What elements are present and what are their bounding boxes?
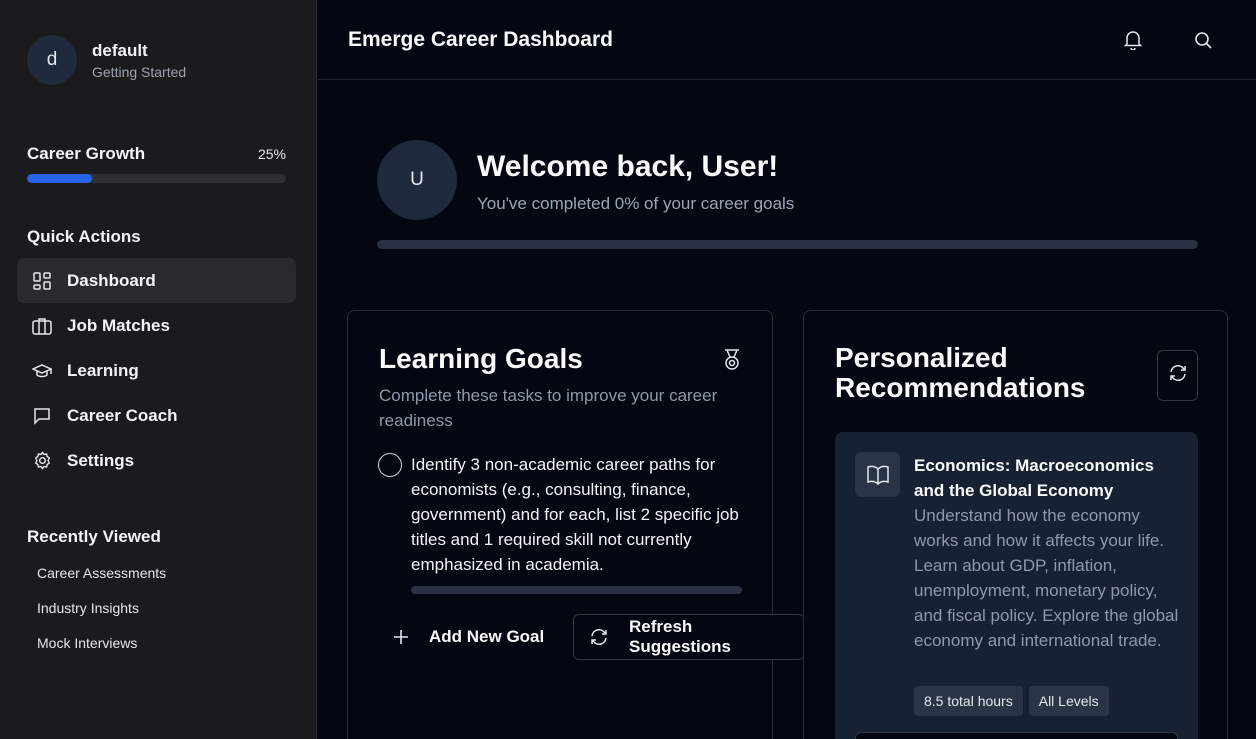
quick-actions-title: Quick Actions — [27, 227, 141, 246]
goal-checkbox[interactable] — [378, 453, 402, 477]
nav-item-label: Dashboard — [67, 270, 156, 290]
user-profile[interactable]: d default Getting Started — [27, 35, 186, 85]
course-tags: 8.5 total hours All Levels — [914, 686, 1115, 716]
refresh-icon — [589, 627, 609, 647]
course-tag-level: All Levels — [1028, 686, 1109, 716]
course-tag-duration: 8.5 total hours — [914, 686, 1023, 716]
nav-item-label: Settings — [67, 450, 135, 470]
career-goals-progress-bar — [377, 240, 1198, 249]
career-growth-label: Career Growth — [27, 144, 146, 163]
plus-icon — [393, 629, 409, 645]
course-description: Understand how the economy works and how… — [914, 506, 1179, 650]
page-title: Emerge Career Dashboard — [348, 27, 613, 51]
graduation-cap-icon — [31, 360, 53, 382]
nav-item-job-matches[interactable]: Job Matches — [17, 303, 296, 348]
career-growth: Career Growth 25% — [27, 144, 286, 183]
nav-item-settings[interactable]: Settings — [17, 438, 296, 483]
quick-actions-nav: Dashboard Job Matches Learning Career Co… — [17, 258, 296, 483]
career-growth-progress-bar — [27, 174, 286, 183]
career-growth-progress-fill — [27, 174, 92, 183]
recommendations-title: Personalized Recommendations — [835, 342, 1086, 403]
nav-item-label: Learning — [67, 360, 139, 380]
add-new-goal-label: Add New Goal — [429, 627, 545, 646]
avatar: d — [27, 35, 77, 85]
bell-icon[interactable] — [1121, 28, 1145, 52]
welcome-section: U Welcome back, User! You've completed 0… — [377, 140, 1198, 249]
nav-item-label: Career Coach — [67, 405, 178, 425]
refresh-recommendations-button[interactable] — [1157, 350, 1198, 401]
nav-item-label: Job Matches — [67, 315, 170, 335]
book-icon — [855, 452, 900, 497]
nav-item-learning[interactable]: Learning — [17, 348, 296, 393]
recent-item-industry-insights[interactable]: Industry Insights — [37, 598, 166, 633]
refresh-icon — [1168, 363, 1188, 388]
search-icon[interactable] — [1191, 28, 1215, 52]
course-action-button[interactable] — [855, 732, 1178, 739]
nav-item-career-coach[interactable]: Career Coach — [17, 393, 296, 438]
course-title: Economics: Macroeconomics and the Global… — [914, 456, 1154, 500]
goal-text: Identify 3 non-academic career paths for… — [411, 455, 739, 574]
refresh-suggestions-label: Refresh Suggestions — [629, 617, 732, 656]
goal-progress-bar — [411, 586, 742, 594]
course-card[interactable]: Economics: Macroeconomics and the Global… — [835, 432, 1198, 739]
app: d default Getting Started Career Growth … — [0, 0, 1256, 739]
refresh-suggestions-button[interactable]: Refresh Suggestions — [573, 614, 805, 660]
top-header: Emerge Career Dashboard — [318, 0, 1256, 80]
nav-item-dashboard[interactable]: Dashboard — [17, 258, 296, 303]
learning-goals-description: Complete these tasks to improve your car… — [379, 386, 718, 430]
recommendations-card: Personalized Recommendations Economics: … — [803, 310, 1228, 739]
medal-icon — [722, 349, 744, 371]
learning-goals-title: Learning Goals — [379, 343, 583, 374]
user-meta: default Getting Started — [92, 41, 186, 80]
recently-viewed-list: Career Assessments Industry Insights Moc… — [37, 563, 166, 668]
user-status: Getting Started — [92, 63, 187, 80]
welcome-avatar: U — [377, 140, 457, 220]
recent-item-career-assessments[interactable]: Career Assessments — [37, 563, 166, 598]
recently-viewed-title: Recently Viewed — [27, 527, 161, 546]
dashboard-icon — [31, 270, 53, 292]
welcome-heading: Welcome back, User! — [477, 150, 779, 183]
welcome-subtitle: You've completed 0% of your career goals — [477, 194, 795, 213]
career-growth-header: Career Growth 25% — [27, 144, 286, 164]
user-name: default — [92, 40, 148, 60]
briefcase-icon — [31, 315, 53, 337]
career-growth-percent: 25% — [257, 146, 286, 162]
recent-item-mock-interviews[interactable]: Mock Interviews — [37, 633, 166, 668]
sidebar: d default Getting Started Career Growth … — [0, 0, 317, 739]
learning-goals-card: Learning Goals Complete these tasks to i… — [347, 310, 805, 739]
chat-bubble-icon — [31, 405, 53, 427]
gear-icon — [31, 450, 53, 472]
add-new-goal-button[interactable]: Add New Goal — [393, 614, 544, 660]
